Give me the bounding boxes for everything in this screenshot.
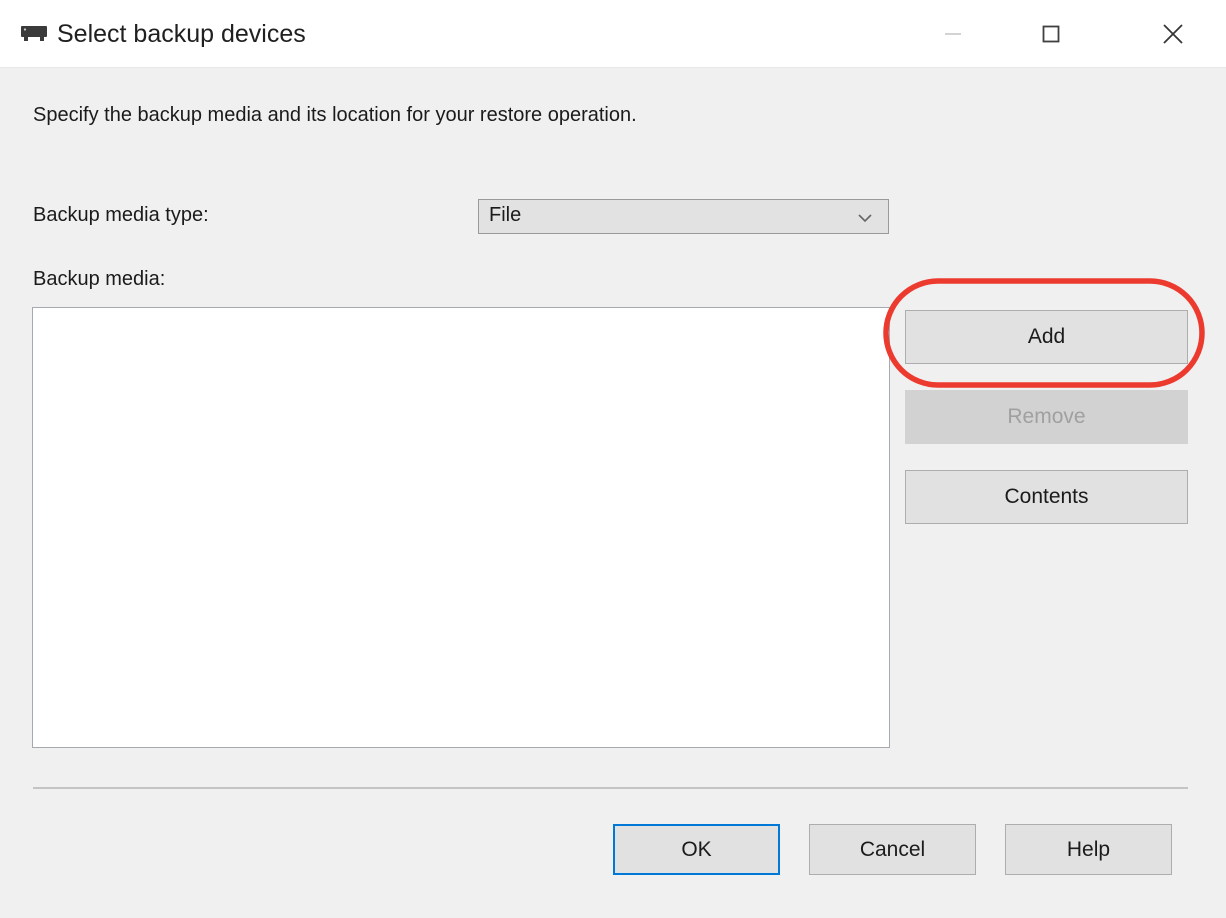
add-button[interactable]: Add [905, 310, 1188, 364]
help-button[interactable]: Help [1005, 824, 1172, 875]
minimize-icon[interactable] [920, 0, 986, 67]
backup-media-label: Backup media: [33, 268, 166, 290]
backup-media-type-select[interactable]: File [478, 199, 889, 234]
backup-media-listbox[interactable] [32, 307, 890, 748]
instruction-text: Specify the backup media and its locatio… [33, 104, 637, 126]
footer-separator [33, 787, 1188, 789]
contents-button[interactable]: Contents [905, 470, 1188, 524]
remove-button: Remove [905, 390, 1188, 444]
maximize-icon[interactable] [1018, 0, 1084, 67]
ok-button[interactable]: OK [613, 824, 780, 875]
cancel-button[interactable]: Cancel [809, 824, 976, 875]
server-device-icon [20, 24, 48, 44]
backup-media-type-label: Backup media type: [33, 204, 209, 226]
window-titlebar: Select backup devices [0, 0, 1226, 68]
backup-media-type-value: File [489, 204, 522, 226]
window-title: Select backup devices [57, 20, 306, 48]
chevron-down-icon [856, 209, 874, 227]
close-icon[interactable] [1140, 0, 1206, 67]
